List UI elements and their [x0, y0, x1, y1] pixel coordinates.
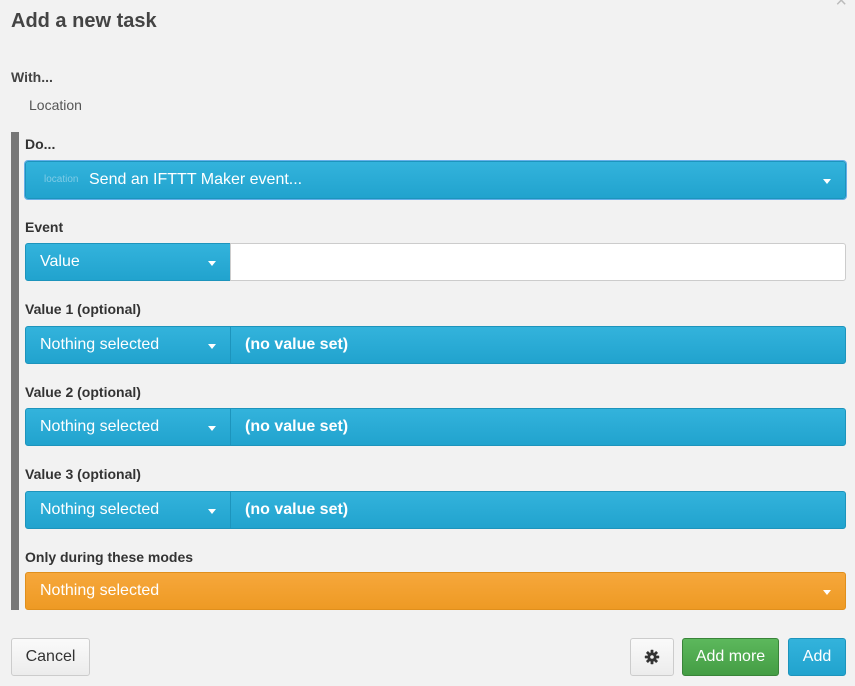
value3-select-value: Nothing selected: [40, 501, 160, 518]
with-value: Location: [29, 97, 82, 113]
add-button[interactable]: Add: [788, 638, 846, 676]
event-input[interactable]: [230, 243, 846, 281]
modes-label: Only during these modes: [25, 549, 194, 565]
value2-label: Value 2 (optional): [25, 384, 141, 400]
close-icon[interactable]: ×: [835, 0, 847, 11]
add-button-label: Add: [802, 648, 832, 665]
event-row: Value: [25, 243, 846, 281]
value3-field[interactable]: (no value set): [230, 491, 846, 529]
event-type-value: Value: [40, 253, 80, 270]
action-select[interactable]: location Send an IFTTT Maker event...: [25, 161, 846, 199]
chevron-down-icon: [823, 179, 831, 184]
value2-field[interactable]: (no value set): [230, 408, 846, 446]
cancel-button-label: Cancel: [25, 648, 76, 665]
add-more-button[interactable]: Add more: [682, 638, 779, 676]
value3-select[interactable]: Nothing selected: [25, 491, 231, 529]
action-select-value: Send an IFTTT Maker event...: [89, 171, 303, 188]
event-type-select[interactable]: Value: [25, 243, 231, 281]
value1-label: Value 1 (optional): [25, 301, 141, 317]
with-label: With...: [11, 69, 53, 85]
add-more-button-label: Add more: [695, 648, 766, 665]
value1-field[interactable]: (no value set): [230, 326, 846, 364]
chevron-down-icon: [208, 509, 216, 514]
value2-select[interactable]: Nothing selected: [25, 408, 231, 446]
value3-row: Nothing selected (no value set): [25, 491, 846, 529]
value2-select-value: Nothing selected: [40, 418, 160, 435]
chevron-down-icon: [823, 590, 831, 595]
value2-row: Nothing selected (no value set): [25, 408, 846, 446]
modes-select-value: Nothing selected: [40, 582, 160, 599]
value1-field-text: (no value set): [245, 336, 349, 353]
do-section: Do... location Send an IFTTT Maker event…: [11, 132, 846, 610]
value2-field-text: (no value set): [245, 418, 349, 435]
chevron-down-icon: [208, 344, 216, 349]
cancel-button[interactable]: Cancel: [11, 638, 90, 676]
event-label: Event: [25, 219, 64, 235]
chevron-down-icon: [208, 426, 216, 431]
value1-select-value: Nothing selected: [40, 336, 160, 353]
gear-icon: [644, 649, 660, 665]
value3-field-text: (no value set): [245, 501, 349, 518]
value1-select[interactable]: Nothing selected: [25, 326, 231, 364]
dialog-title: Add a new task: [11, 10, 157, 32]
action-category-tag: location: [44, 174, 79, 185]
settings-button[interactable]: [630, 638, 674, 676]
value1-row: Nothing selected (no value set): [25, 326, 846, 364]
add-task-dialog: × Add a new task With... Location Do... …: [0, 0, 855, 686]
value3-label: Value 3 (optional): [25, 466, 141, 482]
chevron-down-icon: [208, 261, 216, 266]
modes-select[interactable]: Nothing selected: [25, 572, 846, 610]
do-label: Do...: [25, 136, 56, 152]
